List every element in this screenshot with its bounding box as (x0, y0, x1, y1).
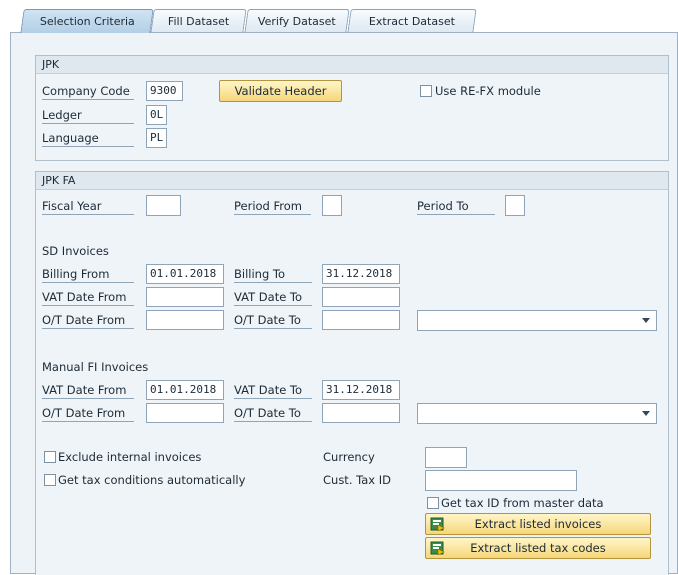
manual-ot-date-to-field[interactable] (322, 403, 400, 423)
chevron-down-icon (642, 411, 650, 416)
jpk-fa-group: JPK FA Fiscal Year Period From Period To… (35, 171, 669, 575)
validate-header-button[interactable]: Validate Header (219, 80, 342, 102)
manual-vat-date-to-field[interactable]: 31.12.2018 (322, 380, 400, 400)
language-field[interactable]: PL (146, 128, 167, 148)
currency-field[interactable] (425, 447, 467, 468)
execute-icon (430, 541, 445, 555)
company-code-field[interactable]: 9300 (146, 81, 183, 101)
manual-fi-invoices-title: Manual FI Invoices (42, 360, 149, 374)
sd-vat-date-from-field[interactable] (146, 287, 224, 307)
cust-tax-id-field[interactable] (425, 470, 577, 491)
fiscal-year-field[interactable] (146, 195, 181, 216)
currency-label: Currency (323, 450, 375, 464)
jpk-group: JPK Company Code 9300 Validate Header Us… (35, 55, 669, 161)
sd-vat-date-from-label: VAT Date From (42, 288, 134, 306)
tab-verify-dataset[interactable]: Verify Dataset (244, 9, 350, 33)
use-refx-label: Use RE-FX module (435, 84, 541, 98)
sd-ot-date-to-label: O/T Date To (234, 311, 312, 329)
manual-ot-date-from-field[interactable] (146, 403, 224, 423)
sd-invoices-title: SD Invoices (42, 244, 109, 258)
tab-fill-dataset[interactable]: Fill Dataset (150, 9, 247, 33)
sd-ot-date-from-field[interactable] (146, 310, 224, 330)
fiscal-year-label: Fiscal Year (42, 197, 134, 215)
group-title: JPK (36, 56, 668, 74)
manual-vat-date-from-label: VAT Date From (42, 381, 134, 399)
button-label: Extract listed tax codes (470, 541, 606, 555)
extract-listed-tax-codes-button[interactable]: Extract listed tax codes (425, 537, 651, 559)
billing-to-field[interactable]: 31.12.2018 (322, 264, 400, 284)
get-tax-id-label: Get tax ID from master data (441, 496, 604, 510)
execute-icon (430, 517, 445, 531)
get-tax-id-checkbox[interactable] (427, 497, 439, 509)
manual-vat-date-from-field[interactable]: 01.01.2018 (146, 380, 224, 400)
extract-listed-invoices-button[interactable]: Extract listed invoices (425, 513, 651, 535)
manual-ot-date-to-label: O/T Date To (234, 404, 312, 422)
tab-extract-dataset[interactable]: Extract Dataset (347, 9, 477, 33)
get-tax-conditions-checkbox[interactable] (44, 474, 56, 486)
period-to-label: Period To (417, 197, 495, 215)
company-code-label: Company Code (42, 82, 134, 100)
tab-label: Fill Dataset (167, 15, 230, 28)
billing-from-label: Billing From (42, 265, 134, 283)
language-label: Language (42, 129, 134, 147)
period-from-field[interactable] (322, 195, 342, 216)
use-refx-checkbox[interactable] (420, 85, 432, 97)
get-tax-conditions-label: Get tax conditions automatically (58, 473, 246, 487)
button-label: Extract listed invoices (474, 517, 602, 531)
tab-selection-criteria[interactable]: Selection Criteria (20, 9, 154, 33)
sd-vat-date-to-label: VAT Date To (234, 288, 312, 306)
period-to-field[interactable] (505, 195, 525, 216)
manual-ot-date-from-label: O/T Date From (42, 404, 134, 422)
cust-tax-id-label: Cust. Tax ID (323, 473, 392, 487)
sd-vat-date-to-field[interactable] (322, 287, 400, 307)
chevron-down-icon (642, 318, 650, 323)
billing-from-field[interactable]: 01.01.2018 (146, 264, 224, 284)
sd-ot-dropdown[interactable] (417, 310, 657, 331)
exclude-internal-label: Exclude internal invoices (58, 450, 202, 464)
tab-label: Verify Dataset (258, 15, 336, 28)
exclude-internal-checkbox[interactable] (44, 451, 56, 463)
tab-strip: Selection Criteria Fill Dataset Verify D… (0, 0, 678, 36)
manual-vat-date-to-label: VAT Date To (234, 381, 312, 399)
manual-ot-dropdown[interactable] (417, 403, 657, 424)
ledger-field[interactable]: 0L (146, 105, 167, 125)
group-title: JPK FA (36, 172, 668, 190)
ledger-label: Ledger (42, 106, 134, 124)
billing-to-label: Billing To (234, 265, 312, 283)
sd-ot-date-to-field[interactable] (322, 310, 400, 330)
tab-label: Selection Criteria (39, 15, 135, 28)
sd-ot-date-from-label: O/T Date From (42, 311, 134, 329)
tab-label: Extract Dataset (368, 15, 455, 28)
main-panel: JPK Company Code 9300 Validate Header Us… (10, 32, 678, 575)
period-from-label: Period From (234, 197, 311, 215)
